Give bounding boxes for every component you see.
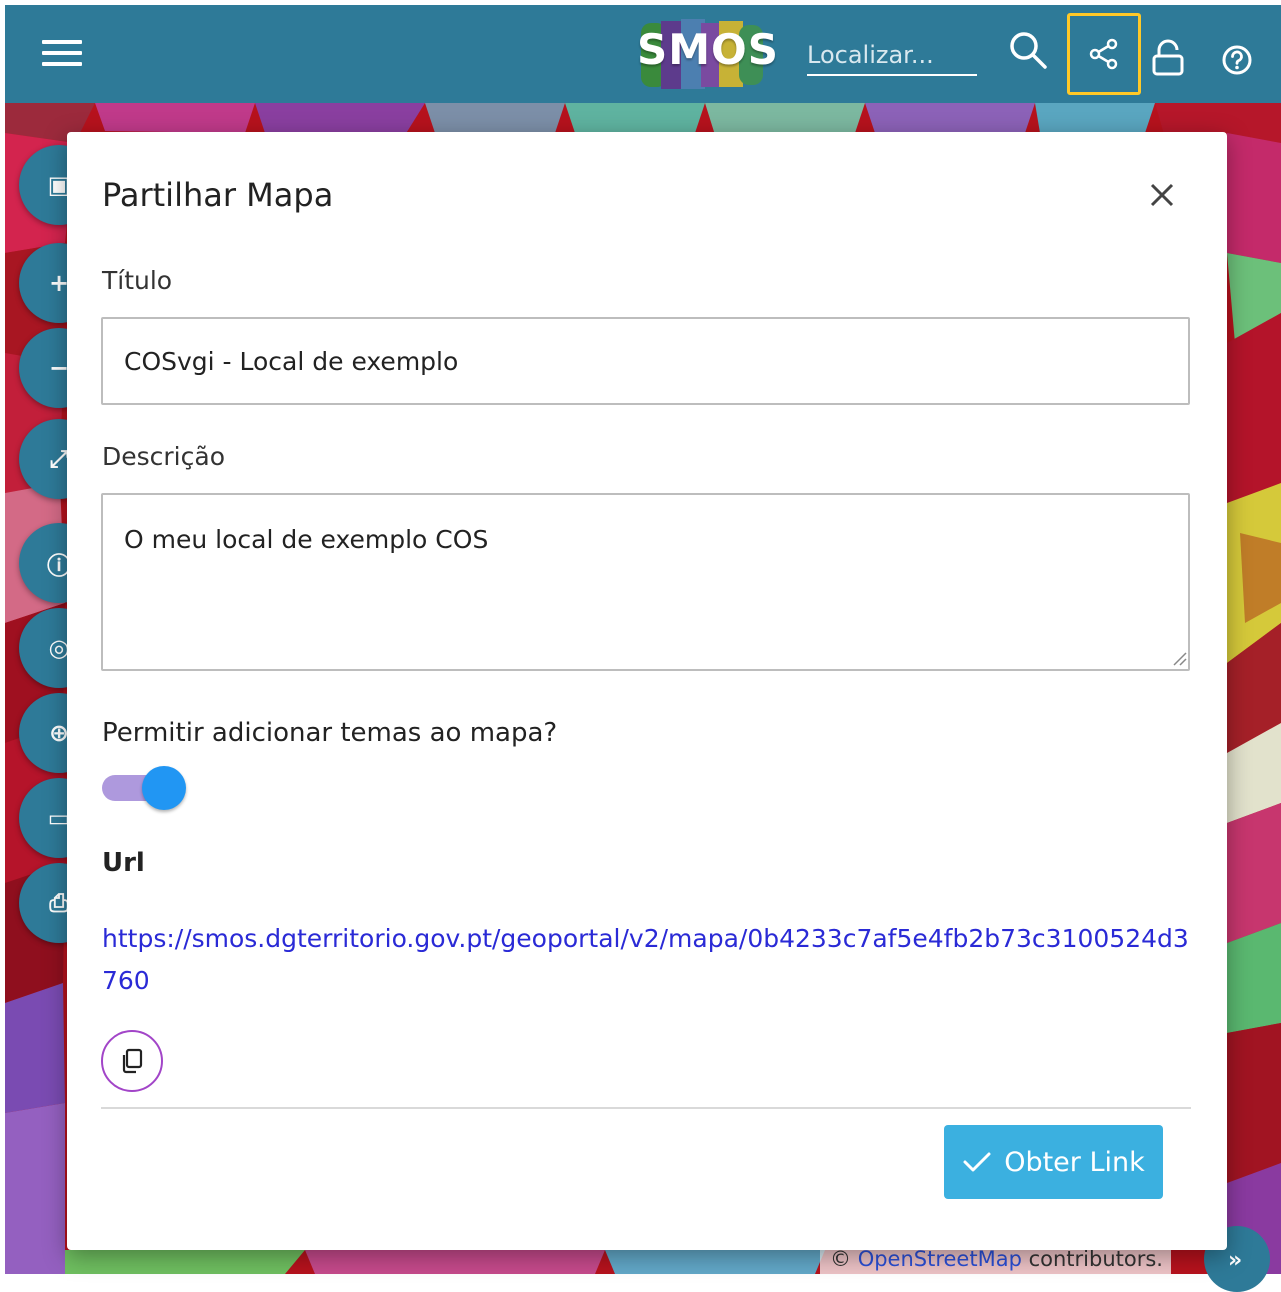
share-map-dialog: Partilhar Mapa Título Descrição O meu lo… bbox=[67, 132, 1227, 1250]
resize-handle-icon[interactable] bbox=[1171, 650, 1187, 666]
get-link-button[interactable]: Obter Link bbox=[944, 1125, 1163, 1199]
search-button[interactable] bbox=[1008, 27, 1048, 73]
toggle-knob bbox=[142, 766, 186, 810]
close-button[interactable] bbox=[1145, 178, 1179, 212]
allow-themes-label: Permitir adicionar temas ao mapa? bbox=[102, 718, 558, 748]
logo-text: SMOS bbox=[637, 25, 779, 74]
search-icon bbox=[1010, 32, 1047, 69]
login-button[interactable] bbox=[1148, 38, 1188, 78]
top-bar: SMOS bbox=[5, 5, 1281, 103]
smos-logo: SMOS bbox=[637, 19, 779, 91]
description-textarea[interactable]: O meu local de exemplo COS bbox=[101, 493, 1190, 671]
dialog-title: Partilhar Mapa bbox=[102, 176, 334, 214]
menu-icon bbox=[42, 40, 82, 44]
lock-icon bbox=[1152, 39, 1184, 76]
url-label: Url bbox=[102, 848, 145, 878]
share-button[interactable] bbox=[1067, 13, 1141, 95]
openstreetmap-link[interactable]: OpenStreetMap bbox=[858, 1247, 1022, 1271]
title-label: Título bbox=[102, 266, 173, 295]
allow-themes-toggle[interactable] bbox=[102, 764, 186, 812]
share-url-link[interactable]: https://smos.dgterritorio.gov.pt/geoport… bbox=[102, 918, 1192, 1002]
get-link-label: Obter Link bbox=[1004, 1146, 1145, 1178]
attribution-suffix: contributors. bbox=[1028, 1247, 1163, 1271]
menu-button[interactable] bbox=[42, 40, 82, 70]
search-input[interactable] bbox=[807, 36, 977, 76]
footer-divider bbox=[101, 1107, 1191, 1109]
share-icon bbox=[1089, 38, 1118, 70]
check-icon bbox=[963, 1152, 991, 1172]
copy-url-button[interactable] bbox=[101, 1030, 163, 1092]
double-chevron-icon: » bbox=[1228, 1248, 1243, 1273]
help-button[interactable] bbox=[1218, 41, 1256, 79]
attribution-prefix: © bbox=[830, 1247, 851, 1271]
copy-icon bbox=[122, 1048, 143, 1074]
title-input[interactable] bbox=[101, 317, 1190, 405]
close-icon bbox=[1150, 183, 1174, 207]
description-label: Descrição bbox=[102, 442, 225, 471]
help-icon bbox=[1222, 45, 1252, 75]
